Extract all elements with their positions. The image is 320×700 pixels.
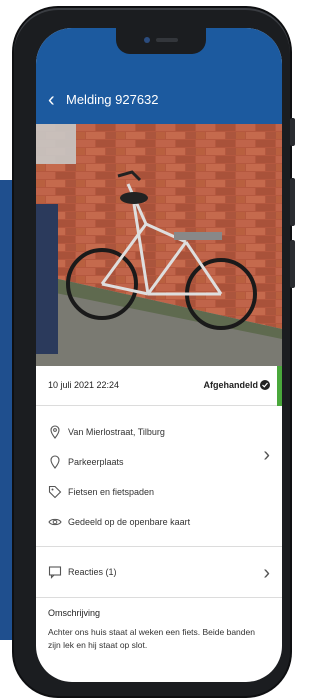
- bicycle-photo: [36, 124, 282, 366]
- details-section[interactable]: Van Mierlostraat, Tilburg Parkeerplaats …: [36, 407, 282, 547]
- detail-label: Van Mierlostraat, Tilburg: [68, 427, 165, 437]
- detail-label: Gedeeld op de openbare kaart: [68, 517, 191, 527]
- notch: [116, 28, 206, 54]
- phone-frame: ‹ Melding 927632 10 juli 2021 22:24 Afge…: [14, 8, 295, 696]
- tag-icon: [48, 485, 62, 499]
- status-row: 10 juli 2021 22:24 Afgehandeld: [36, 366, 282, 406]
- reactions-label: Reacties (1): [68, 567, 117, 577]
- chevron-right-icon[interactable]: ›: [263, 445, 270, 465]
- side-button: [290, 178, 295, 226]
- detail-location-type: Parkeerplaats: [48, 455, 248, 471]
- location-pin-icon: [50, 455, 60, 469]
- detail-label: Fietsen en fietspaden: [68, 487, 155, 497]
- side-button: [290, 118, 295, 146]
- detail-label: Parkeerplaats: [68, 457, 124, 467]
- check-icon: [260, 380, 270, 390]
- camera: [144, 37, 150, 43]
- reactions-row[interactable]: Reacties (1) ›: [36, 548, 282, 598]
- side-button: [290, 240, 295, 288]
- status-indicator: [277, 366, 282, 406]
- description-heading: Omschrijving: [48, 608, 101, 618]
- phone-screen: ‹ Melding 927632 10 juli 2021 22:24 Afge…: [36, 28, 282, 682]
- speaker: [156, 38, 178, 42]
- description-section: Omschrijving Achter ons huis staat al we…: [36, 598, 282, 682]
- page-title: Melding 927632: [66, 92, 159, 107]
- reactions-item: Reacties (1): [48, 565, 248, 581]
- detail-address: Van Mierlostraat, Tilburg: [48, 425, 248, 441]
- eye-icon: [48, 518, 62, 526]
- chevron-left-icon[interactable]: ‹: [48, 90, 55, 110]
- chat-icon: [48, 566, 62, 579]
- report-photo[interactable]: [36, 124, 282, 366]
- report-date: 10 juli 2021 22:24: [48, 380, 120, 390]
- location-pin-icon: [50, 425, 60, 439]
- chevron-right-icon[interactable]: ›: [263, 563, 270, 583]
- description-text: Achter ons huis staat al weken een fiets…: [48, 627, 255, 650]
- detail-visibility: Gedeeld op de openbare kaart: [48, 515, 248, 531]
- detail-category: Fietsen en fietspaden: [48, 485, 248, 501]
- status-badge: Afgehandeld: [203, 380, 258, 390]
